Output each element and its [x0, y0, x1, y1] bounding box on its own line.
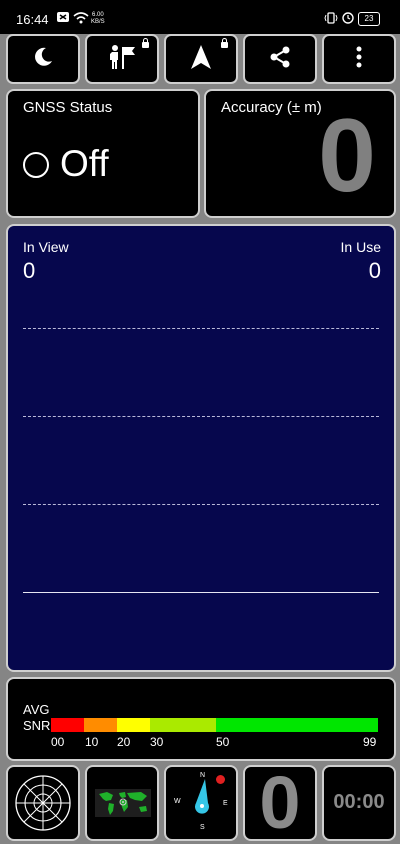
- big-value: 0: [259, 765, 301, 841]
- snr-tick-label: 99: [363, 735, 377, 749]
- hiker-flag-button[interactable]: [85, 34, 159, 84]
- snr-grid-line: [23, 416, 379, 417]
- timer-button[interactable]: 00:00: [322, 765, 396, 841]
- wifi-icon: [73, 12, 89, 27]
- alarm-icon: [342, 12, 354, 27]
- snr-tick-label: 30: [150, 735, 164, 749]
- speed-value: 6.00: [92, 12, 104, 18]
- snr-tick-label: 10: [85, 735, 99, 749]
- battery-indicator: 23: [358, 12, 380, 26]
- notification-icon: [57, 12, 69, 25]
- accuracy-panel: Accuracy (± m) 0: [204, 89, 396, 218]
- snr-grid-line: [23, 328, 379, 329]
- compass-needle-icon: [190, 777, 214, 820]
- compass-w-label: W: [174, 798, 181, 805]
- snr-label-snr: SNR: [23, 718, 51, 733]
- compass-s-label: S: [200, 824, 205, 831]
- gnss-status-title: GNSS Status: [23, 99, 113, 116]
- timer-value: 00:00: [333, 791, 385, 813]
- gnss-status-indicator-icon: [23, 152, 49, 178]
- snr-bar-yellow: [117, 718, 150, 732]
- share-button[interactable]: [243, 34, 317, 84]
- snr-tick-label: 50: [216, 735, 230, 749]
- status-time: 16:44: [16, 12, 49, 27]
- in-view-value: 0: [23, 258, 36, 283]
- gnss-status-panel: GNSS Status Off: [6, 89, 200, 218]
- snr-label-avg: AVG: [23, 702, 50, 717]
- snr-tick-label: 00: [51, 735, 65, 749]
- snr-bar-orange: [84, 718, 117, 732]
- compass-button[interactable]: N E S W: [164, 765, 238, 841]
- more-vertical-icon: [355, 45, 363, 74]
- in-use-label: In Use: [340, 239, 381, 255]
- night-mode-button[interactable]: [6, 34, 80, 84]
- gnss-status-value: Off: [60, 143, 109, 184]
- world-map-icon: [95, 789, 151, 822]
- in-use-value: 0: [368, 258, 381, 283]
- snr-bar-green: [216, 718, 378, 732]
- snr-baseline: [23, 592, 379, 593]
- compass-e-label: E: [223, 800, 228, 807]
- in-view-label: In View: [23, 239, 69, 255]
- navigation-button[interactable]: [164, 34, 238, 84]
- big-value-button[interactable]: 0: [243, 765, 317, 841]
- snr-bar-red: [51, 718, 84, 732]
- north-marker-icon: [216, 775, 225, 784]
- lock-icon: [221, 38, 228, 48]
- vibrate-icon: [324, 12, 338, 27]
- radar-icon: [13, 772, 73, 839]
- lock-icon: [142, 38, 149, 48]
- speed-unit: KB/S: [91, 19, 105, 25]
- status-bar: 16:44 6.00 KB/S 23: [0, 0, 400, 34]
- world-map-button[interactable]: [85, 765, 159, 841]
- hiker-flag-icon: [105, 43, 139, 76]
- network-speed: 6.00 KB/S: [91, 12, 105, 26]
- snr-grid-line: [23, 504, 379, 505]
- more-options-button[interactable]: [322, 34, 396, 84]
- radar-view-button[interactable]: [6, 765, 80, 841]
- satellite-view-panel: In View 0 In Use 0: [6, 224, 396, 672]
- share-icon: [268, 45, 292, 74]
- snr-tick-label: 20: [117, 735, 131, 749]
- navigation-arrow-icon: [190, 44, 212, 75]
- snr-bar-lime: [150, 718, 216, 732]
- accuracy-title: Accuracy (± m): [221, 99, 322, 116]
- moon-icon: [32, 46, 54, 73]
- accuracy-value: 0: [318, 98, 376, 214]
